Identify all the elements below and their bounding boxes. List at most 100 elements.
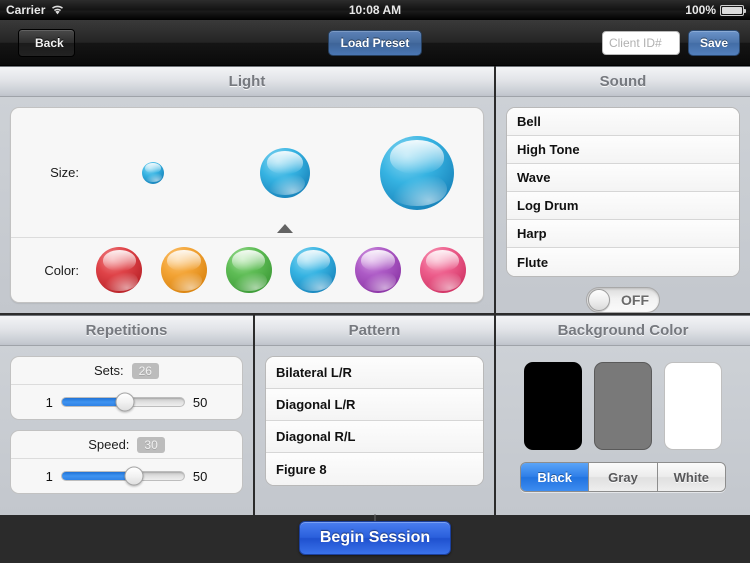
speed-value: 30	[137, 436, 165, 453]
pattern-panel-body: Bilateral L/R Diagonal L/R Diagonal R/L …	[255, 346, 494, 515]
sets-header: Sets: 26	[11, 357, 242, 385]
color-option-pink[interactable]	[419, 247, 466, 293]
sets-max-label: 50	[192, 394, 208, 410]
repetitions-panel-title: Repetitions	[0, 316, 253, 346]
battery-full-icon	[720, 4, 746, 16]
size-options	[87, 108, 483, 237]
speed-card: Speed: 30 1 50	[10, 430, 243, 494]
pattern-option-label: Figure 8	[276, 461, 327, 477]
repetitions-panel-body: Sets: 26 1 50 Speed: 30 1 50	[0, 346, 253, 515]
color-option-blue[interactable]	[290, 247, 337, 293]
list-item[interactable]: Bell	[507, 108, 739, 136]
speed-max-label: 50	[192, 468, 208, 484]
size-label: Size:	[50, 165, 79, 180]
list-item[interactable]: Log Drum	[507, 192, 739, 220]
load-preset-button[interactable]: Load Preset	[327, 29, 423, 56]
swatch-black[interactable]	[524, 362, 582, 450]
sets-value: 26	[131, 362, 159, 379]
list-item[interactable]: High Tone	[507, 136, 739, 164]
color-option-purple[interactable]	[354, 247, 401, 293]
sound-toggle-wrap: OFF	[506, 287, 740, 313]
swatch-gray[interactable]	[594, 362, 652, 450]
sound-panel: Sound Bell High Tone Wave Log Drum Harp …	[496, 66, 750, 313]
sound-toggle-knob	[588, 289, 610, 311]
bottom-left-group: Repetitions Sets: 26 1 50 Speed: 30 1 50…	[0, 315, 494, 515]
segment-white-label: White	[673, 469, 710, 485]
size-row: Size:	[11, 108, 483, 238]
segment-gray-label: Gray	[608, 469, 638, 485]
segment-black[interactable]: Black	[521, 463, 590, 491]
sets-slider-knob[interactable]	[115, 392, 135, 412]
sound-option-label: High Tone	[517, 142, 580, 157]
load-preset-label: Load Preset	[340, 35, 410, 50]
color-row: Color:	[11, 238, 483, 302]
speed-slider-fill	[61, 472, 134, 480]
main-content: Light Size: Color: Sound Bell High Tone …	[0, 66, 750, 563]
speed-header: Speed: 30	[11, 431, 242, 459]
list-item[interactable]: Diagonal R/L	[266, 421, 483, 453]
begin-session-button[interactable]: Begin Session	[298, 521, 452, 555]
segment-black-label: Black	[537, 469, 573, 485]
size-selected-caret-icon	[277, 224, 293, 233]
background-color-panel-body: Black Gray White	[496, 346, 750, 515]
background-color-panel: Background Color Black Gray White	[496, 315, 750, 515]
speed-slider[interactable]	[60, 466, 185, 486]
color-option-green[interactable]	[225, 247, 272, 293]
sound-option-label: Bell	[517, 114, 541, 129]
sets-label: Sets:	[94, 363, 124, 378]
split-grab-handle	[374, 514, 376, 521]
begin-session-label: Begin Session	[319, 529, 431, 546]
pattern-option-label: Diagonal L/R	[276, 397, 356, 412]
background-swatches	[506, 356, 740, 450]
size-option-small[interactable]	[87, 108, 219, 237]
sound-option-label: Flute	[517, 254, 549, 270]
client-id-input[interactable]	[601, 30, 680, 55]
back-button-label: Back	[35, 35, 64, 50]
pattern-panel: Pattern Bilateral L/R Diagonal L/R Diago…	[255, 315, 494, 515]
color-options	[87, 247, 483, 293]
pattern-option-label: Bilateral L/R	[276, 365, 352, 380]
list-item[interactable]: Figure 8	[266, 453, 483, 485]
color-label: Color:	[44, 262, 79, 278]
sound-panel-body: Bell High Tone Wave Log Drum Harp Flute …	[496, 97, 750, 313]
save-button[interactable]: Save	[687, 29, 740, 56]
list-item[interactable]: Flute	[507, 248, 739, 276]
pattern-option-label: Diagonal R/L	[276, 429, 356, 444]
sets-card: Sets: 26 1 50	[10, 356, 243, 420]
speed-slider-row: 1 50	[11, 459, 242, 493]
size-option-medium[interactable]	[219, 108, 351, 237]
repetitions-panel: Repetitions Sets: 26 1 50 Speed: 30 1 50	[0, 315, 253, 515]
light-panel-body: Size: Color:	[0, 97, 494, 313]
size-option-large[interactable]	[351, 108, 483, 237]
speed-slider-knob[interactable]	[124, 466, 144, 486]
sound-toggle[interactable]: OFF	[586, 287, 660, 313]
color-option-red[interactable]	[96, 247, 143, 293]
sets-slider[interactable]	[60, 392, 185, 412]
sound-option-label: Harp	[517, 226, 547, 241]
status-bar-clock: 10:08 AM	[348, 3, 402, 17]
bottom-bar: Begin Session	[0, 514, 750, 561]
background-color-panel-title: Background Color	[496, 316, 750, 346]
swatch-white[interactable]	[664, 362, 722, 450]
color-option-orange[interactable]	[160, 247, 207, 293]
list-item[interactable]: Bilateral L/R	[266, 357, 483, 389]
battery-percent-label: 100%	[685, 3, 716, 17]
list-item[interactable]: Diagonal L/R	[266, 389, 483, 421]
list-item[interactable]: Harp	[507, 220, 739, 248]
ios-status-bar: Carrier 10:08 AM 100%	[0, 0, 750, 20]
sound-list: Bell High Tone Wave Log Drum Harp Flute	[506, 107, 740, 277]
save-button-label: Save	[699, 35, 728, 50]
sets-min-label: 1	[45, 394, 53, 410]
list-item[interactable]: Wave	[507, 164, 739, 192]
sound-panel-title: Sound	[496, 67, 750, 97]
segment-gray[interactable]: Gray	[589, 463, 658, 491]
sound-option-label: Log Drum	[517, 198, 579, 213]
toolbar: Back Load Preset Save	[0, 20, 750, 66]
background-segmented-control: Black Gray White	[520, 462, 726, 492]
sound-toggle-label: OFF	[621, 292, 649, 308]
speed-label: Speed:	[88, 437, 130, 452]
back-button[interactable]: Back	[18, 28, 75, 57]
toolbar-right: Save	[601, 29, 750, 56]
sets-slider-row: 1 50	[11, 385, 242, 419]
segment-white[interactable]: White	[657, 463, 725, 491]
